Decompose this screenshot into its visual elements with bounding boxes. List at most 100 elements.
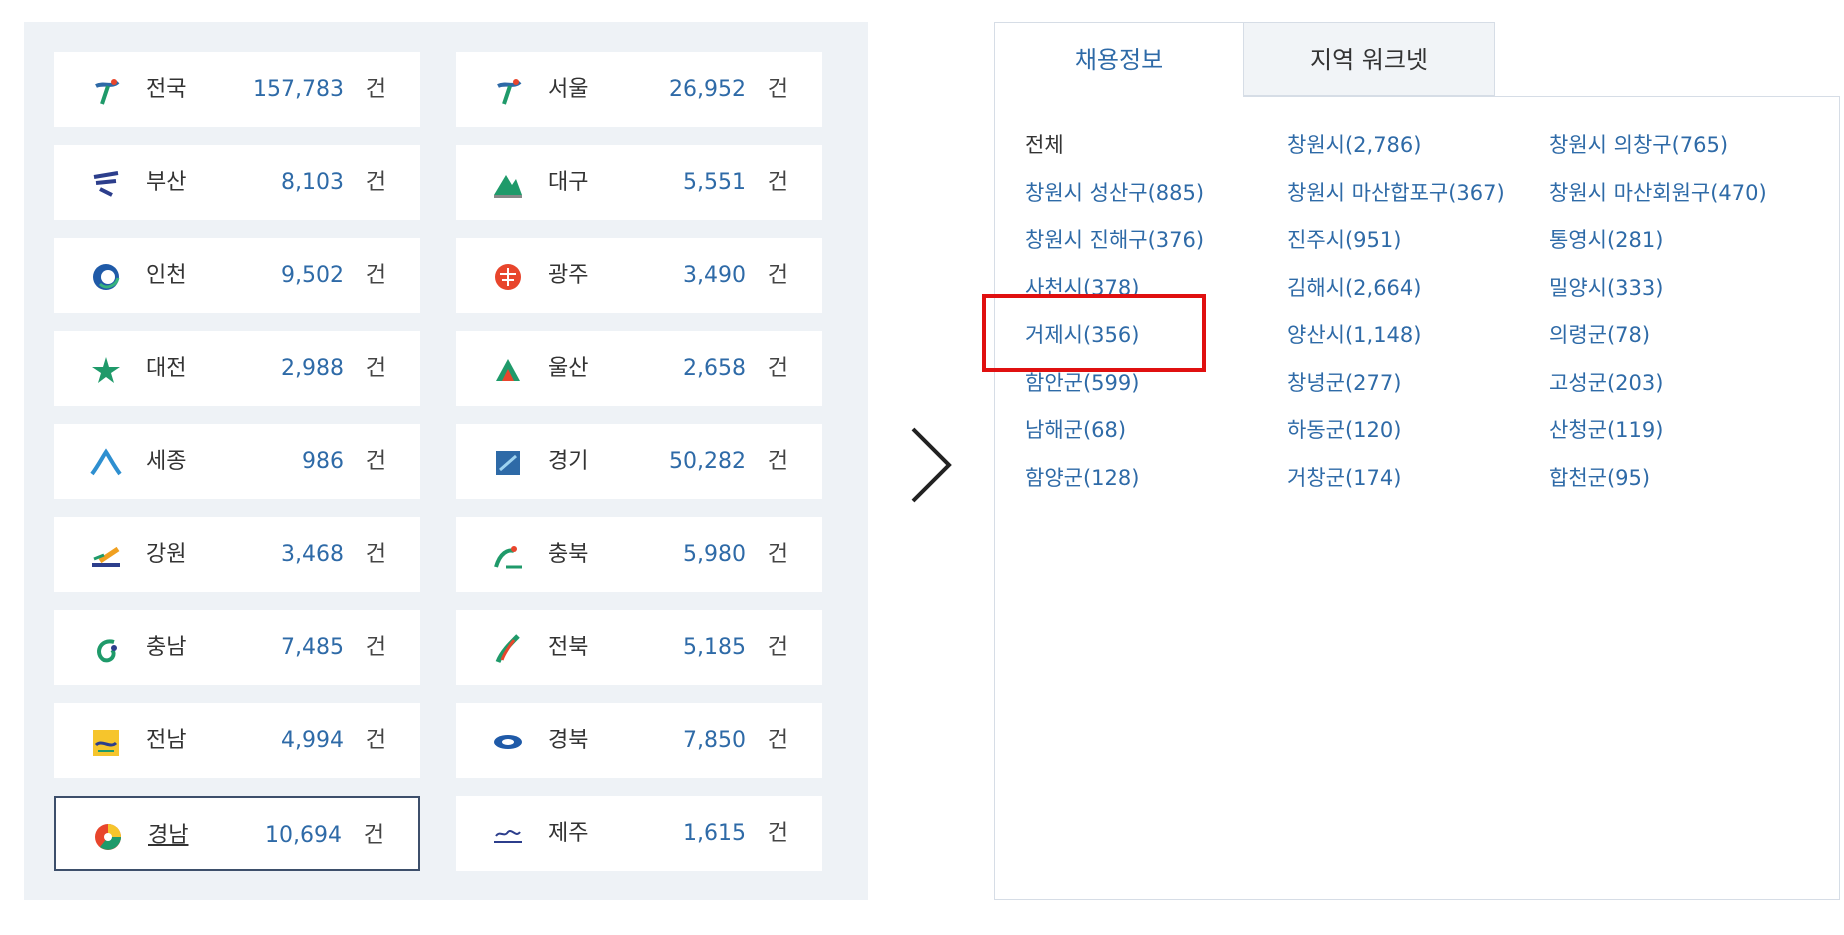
region-name: 울산 <box>548 356 589 381</box>
region-card-11[interactable]: 강원 3,468 건 <box>54 517 420 592</box>
region-name: 대구 <box>548 170 589 195</box>
district-item[interactable]: 창원시 마산회원구(470) <box>1549 179 1767 207</box>
region-count: 7,850 <box>683 728 746 753</box>
daegu-logo-icon <box>494 175 522 198</box>
region-count: 26,952 <box>669 77 746 102</box>
region-card-2[interactable]: 서울 26,952 건 <box>456 52 822 127</box>
district-item[interactable]: 창원시 진해구(376) <box>1025 226 1204 254</box>
district-item[interactable]: 남해군(68) <box>1025 416 1126 444</box>
region-name: 서울 <box>548 77 589 102</box>
chungnam-logo-icon <box>97 639 117 663</box>
region-card-12[interactable]: 충북 5,980 건 <box>456 517 822 592</box>
region-card-3[interactable]: 부산 8,103 건 <box>54 145 420 220</box>
region-card-15[interactable]: 전남 4,994 건 <box>54 703 420 778</box>
region-card-14[interactable]: 전북 5,185 건 <box>456 610 822 685</box>
region-count: 7,485 <box>281 635 344 660</box>
region-count: 4,994 <box>281 728 344 753</box>
district-item[interactable]: 함양군(128) <box>1025 464 1139 492</box>
region-card-10[interactable]: 경기 50,282 건 <box>456 424 822 499</box>
region-count-unit: 건 <box>767 170 788 195</box>
gwangju-logo-icon <box>495 264 521 290</box>
district-item[interactable]: 산청군(119) <box>1549 416 1663 444</box>
district-item[interactable]: 함안군(599) <box>1025 369 1139 397</box>
jeju-logo-icon <box>494 830 522 843</box>
district-panel: 전체 창원시(2,786) 창원시 의창구(765) 창원시 성산구(885) 창원시 … <box>994 96 1840 900</box>
district-item[interactable]: 의령군(78) <box>1549 321 1650 349</box>
region-count-unit: 건 <box>767 635 788 660</box>
region-name: 대전 <box>146 356 187 381</box>
region-count: 10,694 <box>265 823 342 848</box>
gangwon-logo-icon <box>92 546 120 567</box>
region-card-18[interactable]: 제주 1,615 건 <box>456 796 822 871</box>
district-item[interactable]: 하동군(120) <box>1287 416 1401 444</box>
region-count: 3,490 <box>683 263 746 288</box>
region-name: 전북 <box>548 635 589 660</box>
district-item[interactable]: 고성군(203) <box>1549 369 1663 397</box>
region-count: 5,551 <box>683 170 746 195</box>
chungbuk-logo-icon <box>494 546 522 569</box>
ulsan-logo-icon <box>496 359 520 381</box>
tab-job-info[interactable]: 채용정보 <box>994 22 1244 97</box>
region-count-unit: 건 <box>365 449 386 474</box>
district-item[interactable]: 사천시(378) <box>1025 274 1139 302</box>
district-item[interactable]: 밀양시(333) <box>1549 274 1663 302</box>
region-name: 충남 <box>146 635 187 660</box>
region-count: 50,282 <box>669 449 746 474</box>
region-count-unit: 건 <box>363 823 384 848</box>
region-name: 강원 <box>146 542 187 567</box>
region-count: 8,103 <box>281 170 344 195</box>
incheon-logo-icon <box>93 264 120 290</box>
region-count-unit: 건 <box>767 356 788 381</box>
region-name: 세종 <box>146 449 187 474</box>
region-count-unit: 건 <box>767 728 788 753</box>
region-count-unit: 건 <box>365 542 386 567</box>
region-count: 2,658 <box>683 356 746 381</box>
region-card-7[interactable]: 대전 2,988 건 <box>54 331 420 406</box>
region-count-unit: 건 <box>365 263 386 288</box>
region-name: 경남 <box>148 823 189 848</box>
region-name: 경기 <box>548 449 589 474</box>
district-item[interactable]: 거제시(356) <box>1025 321 1139 349</box>
region-card-1[interactable]: 전국 157,783 건 <box>54 52 420 127</box>
district-item[interactable]: 양산시(1,148) <box>1287 321 1421 349</box>
district-item[interactable]: 통영시(281) <box>1549 226 1663 254</box>
region-name: 전남 <box>146 728 187 753</box>
seoul-logo-icon <box>497 79 522 105</box>
district-item[interactable]: 창원시 의창구(765) <box>1549 131 1728 159</box>
region-card-6[interactable]: 광주 3,490 건 <box>456 238 822 313</box>
region-name: 제주 <box>548 821 589 846</box>
region-name: 경북 <box>548 728 589 753</box>
region-count-unit: 건 <box>767 449 788 474</box>
region-card-13[interactable]: 충남 7,485 건 <box>54 610 420 685</box>
region-card-17[interactable]: 경남 10,694 건 <box>54 796 420 871</box>
region-count-unit: 건 <box>365 356 386 381</box>
region-count: 157,783 <box>253 77 344 102</box>
region-name: 인천 <box>146 263 187 288</box>
region-name: 충북 <box>548 542 589 567</box>
region-count-unit: 건 <box>767 263 788 288</box>
district-item[interactable]: 창원시(2,786) <box>1287 131 1421 159</box>
district-item[interactable]: 창녕군(277) <box>1287 369 1401 397</box>
region-card-16[interactable]: 경북 7,850 건 <box>456 703 822 778</box>
gyeonggi-logo-icon <box>496 451 520 475</box>
district-item[interactable]: 합천군(95) <box>1549 464 1650 492</box>
district-item[interactable]: 창원시 마산합포구(367) <box>1287 179 1505 207</box>
district-item[interactable]: 김해시(2,664) <box>1287 274 1421 302</box>
district-item[interactable]: 진주시(951) <box>1287 226 1401 254</box>
region-count-unit: 건 <box>767 77 788 102</box>
region-count: 5,980 <box>683 542 746 567</box>
tab-regional-worknet[interactable]: 지역 워크넷 <box>1243 22 1495 96</box>
region-card-8[interactable]: 울산 2,658 건 <box>456 331 822 406</box>
region-count-unit: 건 <box>767 542 788 567</box>
district-item[interactable]: 거창군(174) <box>1287 464 1401 492</box>
region-count: 986 <box>302 449 344 474</box>
region-card-4[interactable]: 대구 5,551 건 <box>456 145 822 220</box>
daejeon-logo-icon <box>92 357 120 383</box>
sejong-logo-icon <box>90 448 122 476</box>
national-logo-icon <box>95 79 120 105</box>
region-card-9[interactable]: 세종 986 건 <box>54 424 420 499</box>
district-item[interactable]: 창원시 성산구(885) <box>1025 179 1204 207</box>
gyeongnam-logo-icon <box>95 824 121 850</box>
region-card-5[interactable]: 인천 9,502 건 <box>54 238 420 313</box>
district-item-all[interactable]: 전체 <box>1025 131 1064 159</box>
